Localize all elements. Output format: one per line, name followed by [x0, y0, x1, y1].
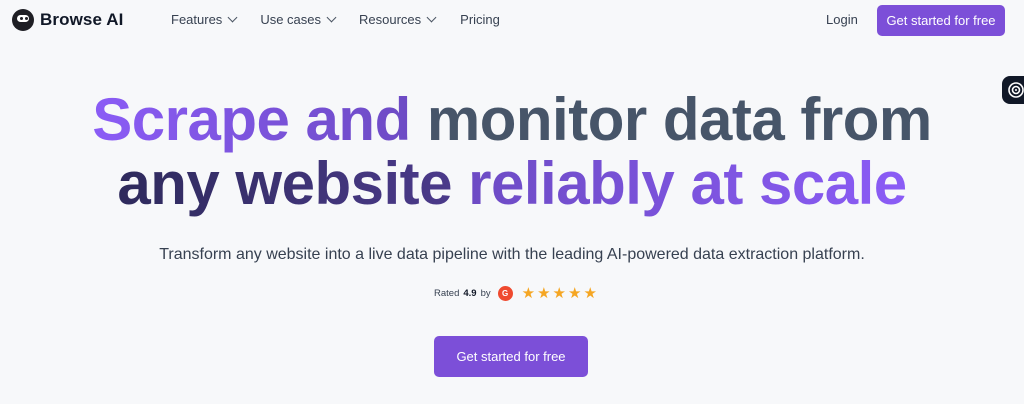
get-started-button-header[interactable]: Get started for free: [877, 5, 1005, 36]
nav-features[interactable]: Features: [171, 12, 238, 27]
rating-prefix: Rated: [434, 288, 460, 299]
top-nav: Browse AI Features Use cases Resources P…: [0, 0, 1024, 40]
nav-pricing[interactable]: Pricing: [460, 12, 500, 27]
star-icon: ★: [537, 285, 551, 302]
chevron-down-icon: [326, 12, 337, 23]
star-icon: ★: [583, 285, 597, 302]
hero-title-highlight-1: Scrape and: [92, 86, 411, 153]
get-started-button-hero[interactable]: Get started for free: [434, 336, 588, 377]
nav-pricing-label: Pricing: [460, 12, 500, 27]
nav-features-label: Features: [171, 12, 223, 27]
hero-title-line-1: Scrape and monitor data from: [0, 88, 1024, 152]
hero-title-highlight-2: reliably at scale: [468, 150, 907, 217]
hero-subtitle: Transform any website into a live data p…: [159, 246, 865, 263]
rating-value: 4.9: [463, 288, 477, 299]
rating-row: Rated 4.9 by G ★ ★ ★ ★ ★: [434, 286, 597, 301]
login-link[interactable]: Login: [826, 12, 858, 27]
chevron-down-icon: [227, 12, 238, 23]
hero-title-text-1: monitor data from: [426, 86, 932, 153]
nav-use-cases-label: Use cases: [260, 12, 322, 27]
hero-title-line-2: any website reliably at scale: [0, 152, 1024, 216]
star-icon: ★: [552, 285, 566, 302]
star-icon: ★: [567, 285, 582, 302]
g2-icon[interactable]: G: [497, 286, 513, 301]
hero-title-text-2: any website: [117, 150, 452, 217]
nav-use-cases[interactable]: Use cases: [260, 12, 337, 27]
rating-by: by: [480, 288, 491, 299]
star-icon: ★: [521, 285, 536, 302]
brand-logo[interactable]: Browse AI: [12, 9, 123, 31]
nav-resources[interactable]: Resources: [359, 12, 437, 27]
main-nav: Features Use cases Resources Pricing: [171, 12, 500, 27]
chevron-down-icon: [426, 12, 437, 23]
rating-stars: ★ ★ ★ ★ ★: [522, 286, 597, 301]
browse-ai-logo-icon: [12, 9, 34, 31]
hero-title: Scrape and monitor data from any website…: [0, 88, 1024, 216]
nav-resources-label: Resources: [359, 12, 422, 27]
brand-name: Browse AI: [40, 10, 124, 29]
